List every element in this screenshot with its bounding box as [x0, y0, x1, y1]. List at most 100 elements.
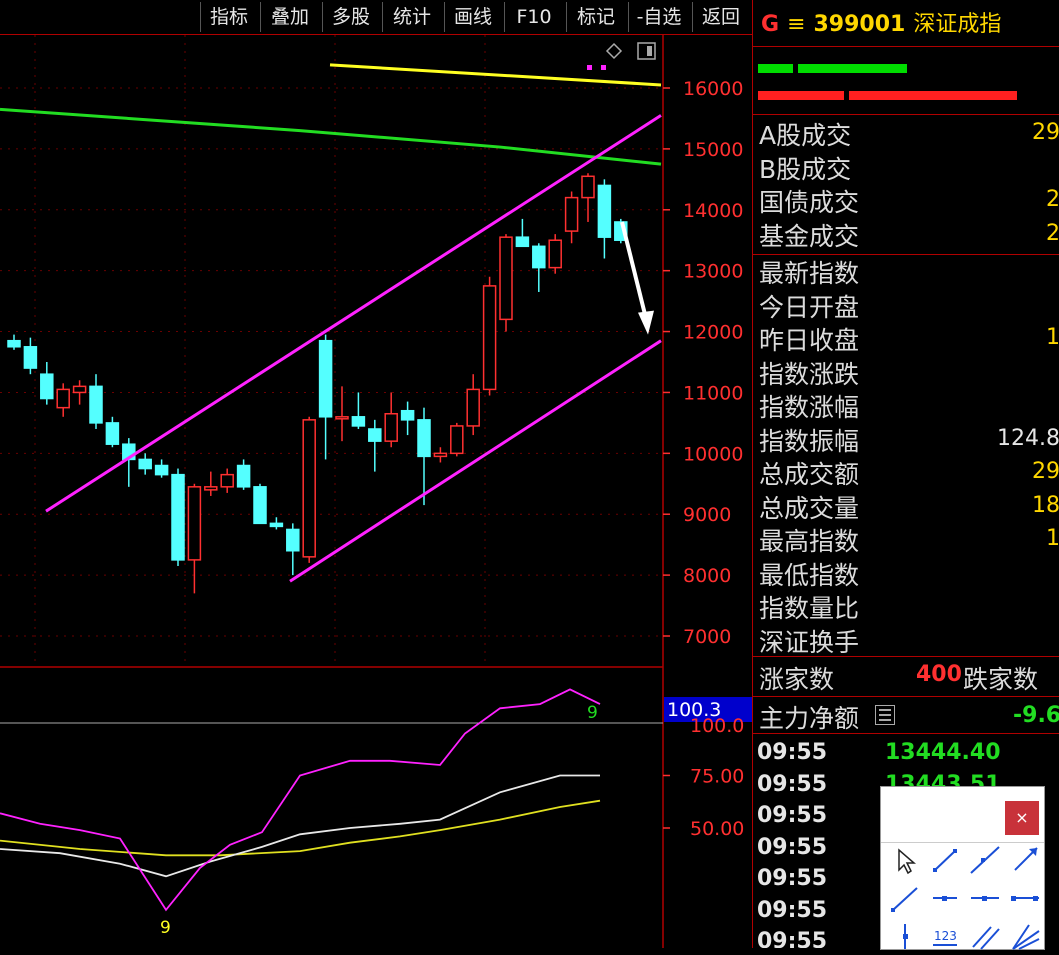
- quote-value: 2: [1046, 220, 1059, 246]
- counter-icon[interactable]: 123: [929, 921, 961, 951]
- quote-label: A股成交: [759, 121, 852, 150]
- price-tick-label: 14000: [683, 200, 743, 222]
- candle-up: [56, 388, 70, 409]
- candle-up: [220, 473, 234, 488]
- candle-up: [384, 413, 398, 442]
- indicator-axis: 75.00 50.00: [663, 766, 744, 840]
- list-icon[interactable]: [875, 705, 895, 725]
- tick-time: 09:55: [757, 803, 828, 828]
- parallel-channel-icon[interactable]: [969, 921, 1001, 951]
- candle-down: [171, 473, 185, 561]
- price-tick-label: 7000: [683, 626, 731, 648]
- quote-label: 昨日收盘: [759, 326, 860, 355]
- cursor-icon[interactable]: [889, 845, 921, 875]
- candle-up: [482, 285, 497, 391]
- tick-time: 09:55: [757, 897, 828, 923]
- quote-label: 指数涨幅: [759, 393, 860, 422]
- candlesticks: [7, 173, 628, 594]
- sell-volume-bar: [849, 91, 1017, 100]
- price-tick-label: 8000: [683, 565, 731, 587]
- horizontal-line-icon[interactable]: [969, 883, 1001, 913]
- advancers-label: 涨家数: [759, 665, 835, 694]
- tick-time: 09:55: [757, 740, 828, 765]
- draw-line-button[interactable]: 画线: [444, 2, 501, 32]
- panel-toggle-icon[interactable]: [637, 42, 656, 60]
- ma-long-line: [0, 107, 662, 166]
- parallel-line-icon[interactable]: [889, 883, 921, 913]
- price-tick-label: 11000: [683, 382, 743, 404]
- tick-time: 09:55: [757, 866, 828, 891]
- candle-down: [597, 184, 612, 238]
- kline-chart[interactable]: 7000 8000 9000 10000 11000 12000 13000 14000 150…: [0, 35, 752, 948]
- price-tick-label: 13000: [683, 261, 743, 283]
- candle-down: [515, 236, 530, 248]
- statistics-button[interactable]: 统计: [382, 2, 441, 32]
- horizontal-segment-icon[interactable]: [929, 883, 961, 913]
- oscillator-high-marker: 9: [587, 703, 598, 723]
- svg-text:123: 123: [934, 929, 957, 943]
- main-force-label: 主力净额: [759, 704, 860, 733]
- candle-down: [40, 373, 54, 400]
- quote-label: 总成交额: [759, 460, 860, 489]
- fan-lines-icon[interactable]: [1009, 921, 1041, 951]
- quote-value: 124.8: [997, 425, 1059, 451]
- candle-down: [154, 464, 169, 476]
- diamond-icon[interactable]: [605, 42, 623, 60]
- horizontal-ray-icon[interactable]: [1009, 883, 1041, 913]
- quote-label: 国债成交: [759, 188, 860, 217]
- candle-down: [269, 522, 284, 528]
- arrow-head: [638, 310, 654, 335]
- candle-up: [187, 486, 202, 561]
- candle-up: [204, 486, 218, 491]
- quote-label: B股成交: [759, 154, 852, 184]
- candle-down: [400, 409, 415, 421]
- price-tick-label: 9000: [683, 504, 731, 526]
- straight-line-icon[interactable]: [969, 845, 1001, 875]
- quote-label: 指数涨跌: [759, 359, 860, 389]
- marker-dot: [587, 65, 592, 70]
- quote-value: 1: [1046, 325, 1059, 350]
- chart-toolbar: 指标 叠加 多股 统计 画线 F10 标记 -自选 返回: [0, 0, 752, 35]
- sell-volume-bar: [758, 91, 844, 100]
- candle-up: [548, 239, 562, 269]
- buy-volume-bar: [758, 64, 793, 73]
- f10-button[interactable]: F10: [504, 2, 563, 32]
- candle-up: [581, 175, 595, 199]
- candle-down: [532, 245, 546, 269]
- marker-dot: [601, 65, 606, 70]
- oscillator-low-marker: 9: [160, 918, 171, 938]
- index-code: 399001: [813, 12, 906, 37]
- candle-down: [286, 528, 300, 552]
- oscillator-yellow-line: [0, 799, 601, 857]
- drawing-tools-palette: × 123: [880, 786, 1045, 950]
- ray-icon[interactable]: [1009, 845, 1041, 875]
- menu-icon[interactable]: ≡: [787, 12, 805, 37]
- quote-value: 29: [1032, 120, 1059, 145]
- line-segment-icon[interactable]: [929, 845, 961, 875]
- candle-down: [351, 416, 366, 427]
- remove-favorite-button[interactable]: -自选: [628, 2, 689, 32]
- candle-down: [7, 339, 21, 348]
- quote-label: 最新指数: [759, 259, 860, 288]
- indicator-tick-label: 50.00: [690, 818, 744, 840]
- quote-label: 深证换手: [759, 627, 860, 657]
- overlay-button[interactable]: 叠加: [260, 2, 319, 32]
- vertical-line-icon[interactable]: [889, 921, 921, 951]
- ma-top-line: [329, 63, 662, 87]
- multi-stock-button[interactable]: 多股: [322, 2, 379, 32]
- close-button[interactable]: ×: [1005, 801, 1039, 835]
- oscillator-lines: [0, 688, 601, 912]
- quote-value: 2: [1046, 187, 1059, 212]
- mark-button[interactable]: 标记: [566, 2, 625, 32]
- back-button[interactable]: 返回: [692, 2, 749, 32]
- quote-label: 指数量比: [759, 594, 860, 623]
- indicator-button[interactable]: 指标: [200, 2, 257, 32]
- indicator-tick-label: 75.00: [690, 766, 744, 788]
- quote-value: 29: [1032, 459, 1059, 484]
- quote-label: 指数振幅: [759, 426, 860, 456]
- candle-down: [89, 385, 103, 424]
- quote-label: 最低指数: [759, 560, 860, 590]
- advancers-count: 400: [916, 662, 962, 687]
- tick-time: 09:55: [757, 771, 828, 797]
- tick-price: 13444.40: [885, 740, 1001, 765]
